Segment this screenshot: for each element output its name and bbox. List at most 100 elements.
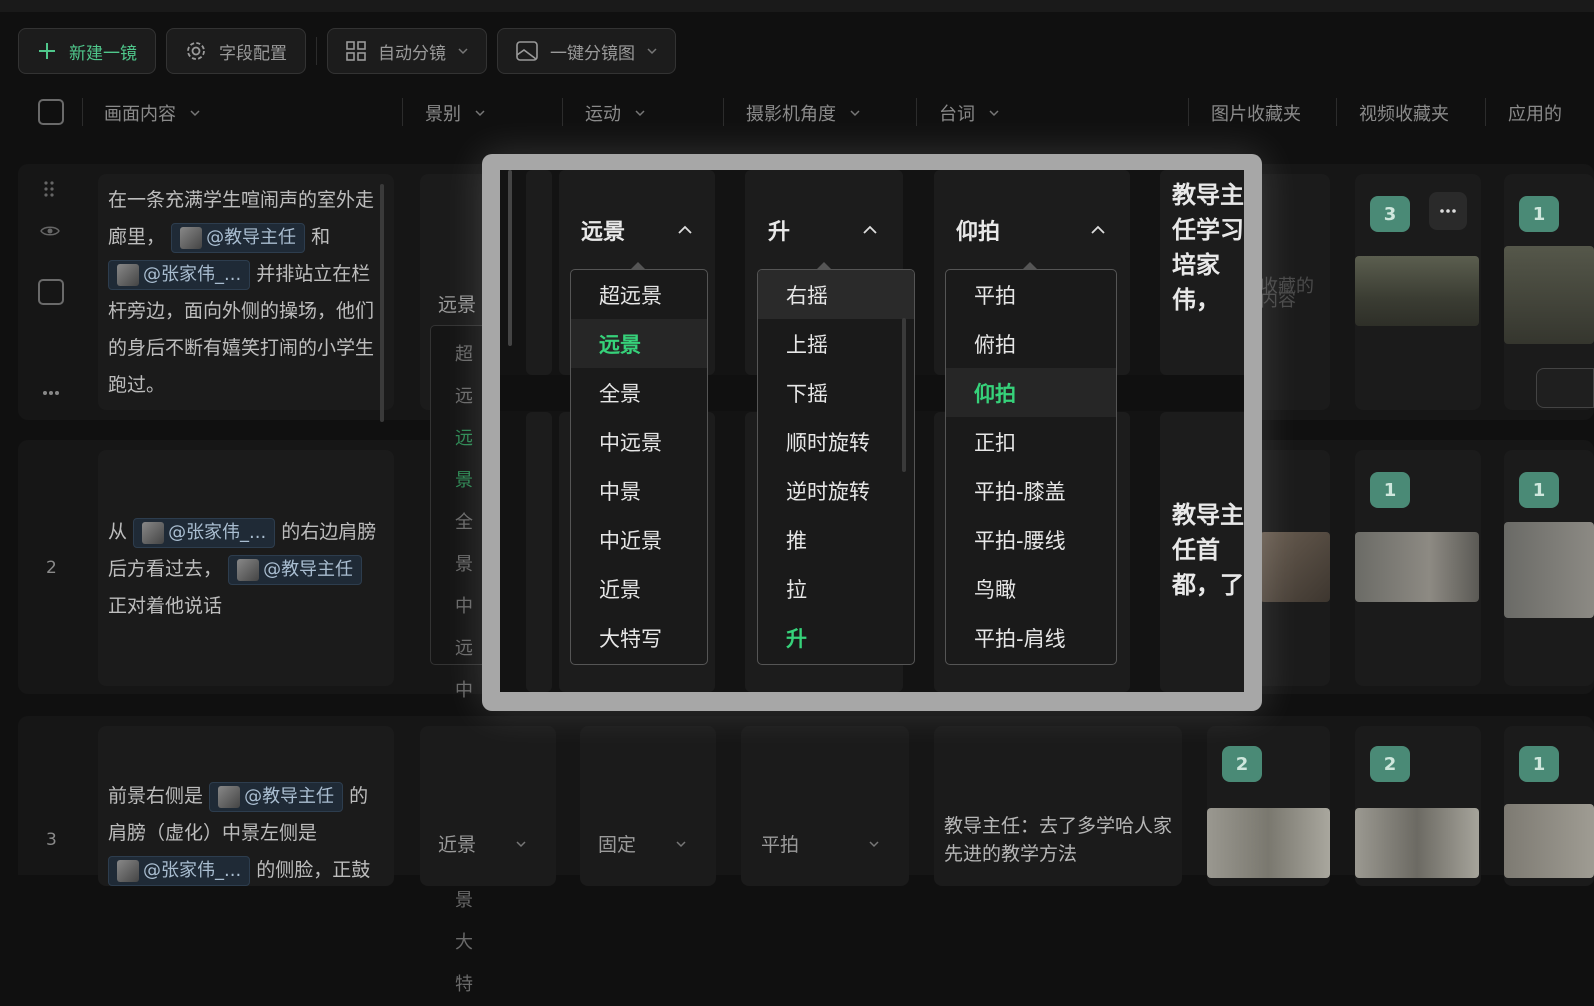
chevron-down-icon bbox=[458, 48, 468, 55]
dropdown-option[interactable]: 逆时旋转 bbox=[758, 466, 914, 515]
character-tag[interactable]: @张家伟_... bbox=[108, 855, 251, 886]
shot-size-select[interactable]: 近景 bbox=[438, 830, 526, 857]
row-checkbox[interactable] bbox=[38, 279, 64, 305]
column-applied[interactable]: 应用的 bbox=[1508, 100, 1562, 126]
video-fav-cell[interactable]: 2 bbox=[1355, 726, 1481, 886]
applied-cell[interactable]: 1 bbox=[1504, 450, 1594, 686]
dropdown-option[interactable]: 鸟瞰 bbox=[946, 564, 1116, 613]
drag-handle-icon[interactable] bbox=[42, 180, 56, 198]
dropdown-option[interactable]: 上摇 bbox=[758, 319, 914, 368]
dropdown-option[interactable]: 中远 bbox=[455, 586, 484, 670]
scrollbar[interactable] bbox=[508, 170, 512, 346]
count-badge: 2 bbox=[1222, 746, 1262, 782]
dropdown-option[interactable]: 平拍-腰线 bbox=[946, 515, 1116, 564]
image-thumbnail[interactable] bbox=[1260, 532, 1330, 602]
shot-size-select[interactable]: 远景 bbox=[581, 214, 693, 246]
shot-size-cell[interactable]: 近景 bbox=[420, 726, 556, 886]
applied-cell[interactable]: 1 bbox=[1504, 726, 1594, 886]
unlink-button[interactable] bbox=[1536, 368, 1594, 408]
dropdown-option[interactable]: 右摇 bbox=[758, 270, 914, 319]
dropdown-option[interactable]: 正扣 bbox=[946, 417, 1116, 466]
dropdown-option[interactable]: 全景 bbox=[571, 368, 707, 417]
character-tag[interactable]: @张家伟_... bbox=[133, 517, 276, 548]
character-tag[interactable]: @教导主任 bbox=[209, 781, 344, 812]
more-options-icon[interactable] bbox=[42, 390, 60, 396]
chevron-up-icon bbox=[863, 225, 877, 234]
column-dialogue[interactable]: 台词 bbox=[939, 100, 999, 126]
dropdown-option[interactable]: 中景 bbox=[571, 466, 707, 515]
angle-select[interactable]: 平拍 bbox=[761, 830, 879, 857]
dropdown-option[interactable]: 拉 bbox=[758, 564, 914, 613]
dropdown-option-selected[interactable]: 仰拍 bbox=[946, 368, 1116, 417]
dropdown-option[interactable]: 推 bbox=[758, 515, 914, 564]
column-video-fav[interactable]: 视频收藏夹 bbox=[1359, 100, 1449, 126]
more-menu-button[interactable] bbox=[1429, 192, 1467, 230]
angle-dropdown: 平拍 俯拍 仰拍 正扣 平拍-膝盖 平拍-腰线 鸟瞰 平拍-肩线 bbox=[945, 269, 1117, 665]
movement-selected: 升 bbox=[768, 220, 791, 245]
field-config-button[interactable]: 字段配置 bbox=[166, 28, 306, 74]
shot-size-value: 近景 bbox=[438, 834, 477, 856]
dropdown-option[interactable]: 下摇 bbox=[758, 368, 914, 417]
background-dropdown: 超远 远景 全景 中远 中景 中近 近景 大特 bbox=[430, 325, 484, 995]
dialogue-cell[interactable]: 教导主任：去了多学哈人家先进的教学方法 bbox=[934, 726, 1182, 886]
applied-thumbnail[interactable] bbox=[1504, 246, 1594, 344]
angle-cell[interactable]: 平拍 bbox=[741, 726, 909, 886]
video-fav-cell[interactable]: 1 bbox=[1355, 450, 1481, 686]
movement-cell[interactable]: 固定 bbox=[580, 726, 716, 886]
table-row[interactable]: 3 前景右侧是 @教导主任 的肩膀（虚化）中景左侧是 @张家伟_... 的侧脸，… bbox=[18, 716, 1594, 886]
dropdown-option-selected[interactable]: 远景 bbox=[571, 319, 707, 368]
dropdown-option[interactable]: 全景 bbox=[455, 502, 484, 586]
image-frame-icon bbox=[516, 41, 538, 61]
dropdown-option-selected[interactable]: 升 bbox=[758, 613, 914, 662]
dropdown-option[interactable]: 中近景 bbox=[571, 515, 707, 564]
column-camera-angle[interactable]: 摄影机角度 bbox=[746, 100, 860, 126]
video-thumbnail[interactable] bbox=[1355, 808, 1479, 878]
applied-cell[interactable]: 1 bbox=[1504, 174, 1594, 410]
video-thumbnail[interactable] bbox=[1355, 256, 1479, 326]
eye-icon[interactable] bbox=[40, 224, 60, 238]
column-video-fav-label: 视频收藏夹 bbox=[1359, 104, 1449, 125]
select-all-checkbox[interactable] bbox=[38, 99, 64, 125]
column-image-fav[interactable]: 图片收藏夹 bbox=[1211, 100, 1301, 126]
dropdown-option[interactable]: 顺时旋转 bbox=[758, 417, 914, 466]
dropdown-option[interactable]: 俯拍 bbox=[946, 319, 1116, 368]
character-tag[interactable]: @张家伟_... bbox=[108, 259, 251, 290]
video-fav-cell[interactable]: 3 bbox=[1355, 174, 1481, 410]
dropdown-option[interactable]: 中远景 bbox=[571, 417, 707, 466]
count-badge: 1 bbox=[1519, 746, 1559, 782]
movement-select[interactable]: 固定 bbox=[598, 830, 686, 857]
gear-icon bbox=[187, 42, 205, 60]
dropdown-option[interactable]: 大特 bbox=[455, 922, 484, 1006]
video-thumbnail[interactable] bbox=[1355, 532, 1479, 602]
dropdown-option[interactable]: 近景 bbox=[571, 564, 707, 613]
movement-select[interactable]: 升 bbox=[768, 214, 878, 246]
scene-description[interactable]: 从 @张家伟_... 的右边肩膀后方看过去， @教导主任 正对着他说话 bbox=[98, 450, 394, 686]
column-movement[interactable]: 运动 bbox=[585, 100, 645, 126]
angle-select[interactable]: 仰拍 bbox=[956, 214, 1106, 246]
scrollbar[interactable] bbox=[380, 184, 384, 422]
one-click-storyboard-button[interactable]: 一键分镜图 bbox=[497, 28, 676, 74]
applied-thumbnail[interactable] bbox=[1504, 804, 1594, 878]
dropdown-option[interactable]: 平拍-膝盖 bbox=[946, 466, 1116, 515]
scene-description[interactable]: 在一条充满学生喧闹声的室外走廊里， @教导主任 和 @张家伟_... 并排站立在… bbox=[98, 174, 394, 410]
auto-split-button[interactable]: 自动分镜 bbox=[327, 28, 487, 74]
scene-description[interactable]: 前景右侧是 @教导主任 的肩膀（虚化）中景左侧是 @张家伟_... 的侧脸，正鼓 bbox=[98, 726, 394, 886]
new-shot-label: 新建一镜 bbox=[69, 43, 137, 64]
desc-text: 和 bbox=[311, 226, 331, 248]
dropdown-option[interactable]: 平拍 bbox=[946, 270, 1116, 319]
character-tag[interactable]: @教导主任 bbox=[228, 554, 363, 585]
column-content[interactable]: 画面内容 bbox=[104, 100, 200, 126]
image-thumbnail[interactable] bbox=[1207, 808, 1330, 878]
dropdown-option[interactable]: 超远景 bbox=[571, 270, 707, 319]
dropdown-option[interactable]: 平拍-肩线 bbox=[946, 613, 1116, 662]
new-shot-button[interactable]: 新建一镜 bbox=[18, 28, 156, 74]
image-fav-cell[interactable]: 2 bbox=[1207, 726, 1330, 886]
dropdown-option[interactable]: 超远 bbox=[455, 334, 484, 418]
applied-thumbnail[interactable] bbox=[1504, 522, 1594, 618]
column-shot-size[interactable]: 景别 bbox=[425, 100, 485, 126]
character-tag[interactable]: @教导主任 bbox=[171, 222, 306, 253]
dropdown-option[interactable]: 远景 bbox=[455, 418, 484, 502]
dropdown-option[interactable]: 大特写 bbox=[571, 613, 707, 662]
table-header: 画面内容 景别 运动 摄影机角度 台词 图片收藏夹 视频收藏夹 应用的 bbox=[18, 90, 1594, 134]
dropdown-scrollbar[interactable] bbox=[902, 318, 906, 472]
